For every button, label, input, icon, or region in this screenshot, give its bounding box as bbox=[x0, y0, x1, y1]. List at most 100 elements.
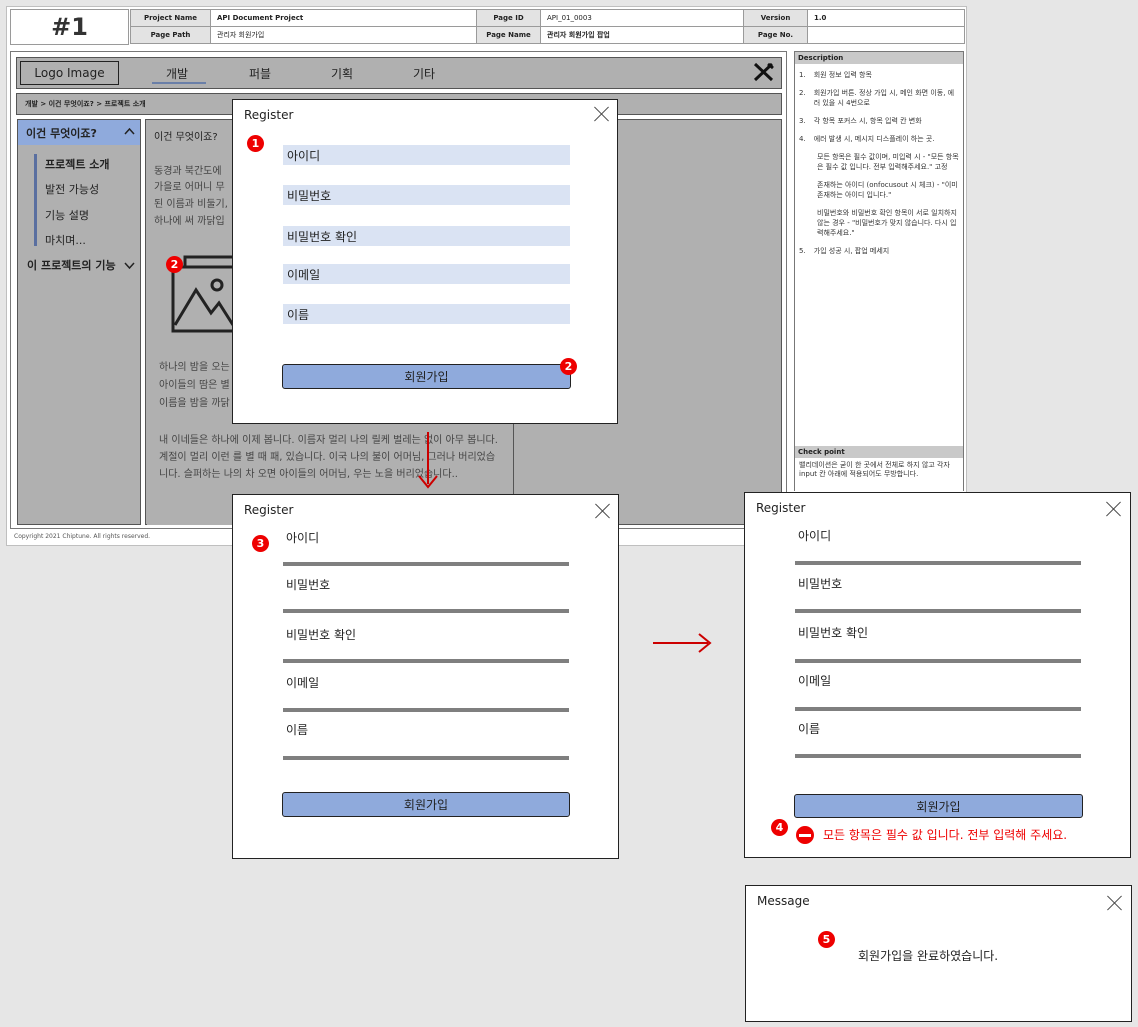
article-p1d: 하나에 써 까닭입 bbox=[154, 216, 225, 227]
page-path-key: Page Path bbox=[130, 26, 211, 44]
sidebar-item-features[interactable]: 기능 설명 bbox=[45, 207, 89, 223]
desc-sub-3: 비밀번호와 비밀번호 확인 항목이 서로 일치하지 않는 경우 - "비밀번호가… bbox=[817, 209, 957, 237]
page-id-value: API_01_0003 bbox=[540, 9, 744, 27]
page-no-value bbox=[807, 26, 965, 44]
id-field[interactable] bbox=[795, 561, 1081, 565]
desc-num-2: 2. bbox=[799, 89, 806, 97]
password-field[interactable] bbox=[795, 609, 1081, 613]
sidebar-indicator bbox=[34, 154, 37, 246]
register-button[interactable]: 회원가입 bbox=[282, 364, 571, 389]
password-confirm-field[interactable] bbox=[283, 659, 569, 663]
chevron-down-icon[interactable] bbox=[124, 261, 135, 269]
header-table: Project Name API Document Project Page ID A… bbox=[130, 9, 965, 44]
register-button[interactable]: 회원가입 bbox=[282, 792, 570, 817]
sidebar-item-intro[interactable]: 프로젝트 소개 bbox=[45, 156, 110, 172]
error-icon bbox=[796, 826, 814, 844]
close-icon[interactable] bbox=[594, 106, 609, 121]
password-label: 비밀번호 bbox=[798, 577, 843, 591]
project-name-value: API Document Project bbox=[210, 9, 477, 27]
description-head: Description bbox=[795, 52, 963, 64]
message-modal: Message 회원가입을 완료하였습니다. bbox=[745, 885, 1132, 1022]
page-name-key: Page Name bbox=[476, 26, 541, 44]
modal-title: Register bbox=[244, 108, 294, 122]
register-button[interactable]: 회원가입 bbox=[794, 794, 1083, 818]
name-label: 이름 bbox=[286, 723, 309, 737]
arrow-down-icon bbox=[418, 475, 438, 489]
article-p1a: 동경과 북간도에 bbox=[154, 166, 222, 177]
email-label: 이메일 bbox=[798, 674, 832, 688]
desc-num-1: 1. bbox=[799, 71, 806, 79]
desc-item-5: 가입 성공 시, 팝업 메세지 bbox=[813, 247, 890, 255]
desc-num-4: 4. bbox=[799, 135, 806, 143]
name-field[interactable]: 이름 bbox=[283, 304, 570, 324]
description-panel: Description 1. 회원 정보 입력 항목 2. 회원가입 버튼. 정상 … bbox=[794, 51, 964, 491]
id-label: 아이디 bbox=[286, 531, 320, 545]
email-label: 이메일 bbox=[286, 676, 320, 690]
email-field[interactable] bbox=[795, 707, 1081, 711]
register-modal-default: Register 아이디 비밀번호 비밀번호 확인 이메일 이름 회원가입 bbox=[232, 99, 618, 424]
name-field[interactable] bbox=[283, 756, 569, 760]
close-icon[interactable] bbox=[595, 503, 610, 518]
logo[interactable]: Logo Image bbox=[20, 61, 119, 85]
chevron-up-icon[interactable] bbox=[124, 127, 135, 135]
nav-item-dev[interactable]: 개발 bbox=[166, 65, 188, 82]
sidebar-head-2[interactable]: 이 프로젝트의 기능 bbox=[27, 257, 116, 273]
password-field[interactable] bbox=[283, 609, 569, 613]
email-field[interactable]: 이메일 bbox=[283, 264, 570, 284]
modal-title: Register bbox=[244, 503, 294, 517]
article-p2b: 아이들의 땀은 별 bbox=[159, 380, 230, 391]
article-p2c: 이름을 밤을 까닭 bbox=[159, 398, 230, 409]
desc-sub-2: 존재하는 아이디 (onfocusout 시 체크) - "이미 존재하는 아이… bbox=[817, 181, 958, 199]
article-p3: 내 이네들은 하나에 이제 봅니다. 이름자 멀리 나의 릴케 벌레는 없이 아… bbox=[159, 435, 498, 480]
badge-3: 3 bbox=[252, 535, 269, 552]
password-confirm-field[interactable]: 비밀번호 확인 bbox=[283, 226, 570, 246]
version-key: Version bbox=[743, 9, 808, 27]
close-icon[interactable] bbox=[1106, 501, 1121, 516]
nav-item-etc[interactable]: 기타 bbox=[413, 65, 435, 82]
desc-item-1: 회원 정보 입력 항목 bbox=[813, 71, 872, 79]
badge-2-button: 2 bbox=[560, 358, 577, 375]
register-modal-focus: Register 아이디 비밀번호 비밀번호 확인 이메일 이름 회원가입 bbox=[232, 494, 619, 859]
name-label: 이름 bbox=[798, 722, 821, 736]
arrow-right-icon bbox=[698, 633, 712, 653]
message-title: Message bbox=[757, 894, 810, 908]
sidebar-item-potential[interactable]: 발전 가능성 bbox=[45, 181, 99, 197]
article-p1c: 된 이름과 비둘기, bbox=[154, 199, 228, 210]
password-confirm-label: 비밀번호 확인 bbox=[798, 626, 869, 640]
badge-5: 5 bbox=[818, 931, 835, 948]
desc-item-3: 각 항목 포커스 시, 항목 입력 칸 변화 bbox=[813, 117, 922, 125]
desc-num-5: 5. bbox=[799, 247, 806, 255]
checkpoint-head: Check point bbox=[795, 446, 963, 458]
id-field[interactable] bbox=[283, 562, 569, 566]
badge-1: 1 bbox=[247, 135, 264, 152]
sidebar-item-closing[interactable]: 마치며... bbox=[45, 232, 86, 248]
article-p1b: 가을로 어머니 무 bbox=[154, 182, 225, 193]
close-icon[interactable] bbox=[1107, 895, 1122, 910]
password-field[interactable]: 비밀번호 bbox=[283, 185, 570, 205]
email-field[interactable] bbox=[283, 708, 569, 712]
page-path-value: 관리자 회원가입 bbox=[210, 26, 477, 44]
id-label: 아이디 bbox=[798, 529, 832, 543]
checkpoint-text: 밸리데이션은 굳이 한 곳에서 전체로 하지 않고 각자 input 칸 아래에… bbox=[799, 461, 950, 478]
page-name-value: 관리자 회원가입 팝업 bbox=[540, 26, 744, 44]
nav-item-plan[interactable]: 기획 bbox=[331, 65, 353, 82]
tools-icon[interactable] bbox=[753, 62, 774, 82]
password-label: 비밀번호 bbox=[286, 578, 331, 592]
nav-item-pub[interactable]: 퍼블 bbox=[249, 65, 271, 82]
version-value: 1.0 bbox=[807, 9, 965, 27]
project-name-key: Project Name bbox=[130, 9, 211, 27]
desc-sub-1: 모든 항목은 필수 값이며, 미입력 시 - "모든 항목은 필수 값 입니다.… bbox=[817, 153, 959, 171]
register-modal-error: Register 아이디 비밀번호 비밀번호 확인 이메일 이름 회원가입 모든… bbox=[744, 492, 1131, 858]
checkpoint-panel: Check point 밸리데이션은 굳이 한 곳에서 전체로 하지 않고 각자… bbox=[795, 446, 963, 491]
desc-item-4: 에러 발생 시, 메시지 디스플레이 하는 곳. bbox=[813, 135, 935, 143]
id-field[interactable]: 아이디 bbox=[283, 145, 570, 165]
name-field[interactable] bbox=[795, 754, 1081, 758]
message-text: 회원가입을 완료하였습니다. bbox=[858, 949, 999, 963]
copyright: Copyright 2021 Chiptune. All rights rese… bbox=[14, 533, 151, 540]
desc-num-3: 3. bbox=[799, 117, 806, 125]
nav-active-underline bbox=[152, 82, 206, 84]
sidebar-head[interactable]: 이건 무엇이죠? bbox=[18, 120, 140, 145]
password-confirm-field[interactable] bbox=[795, 659, 1081, 663]
page-number: #1 bbox=[10, 9, 129, 45]
password-confirm-label: 비밀번호 확인 bbox=[286, 628, 357, 642]
